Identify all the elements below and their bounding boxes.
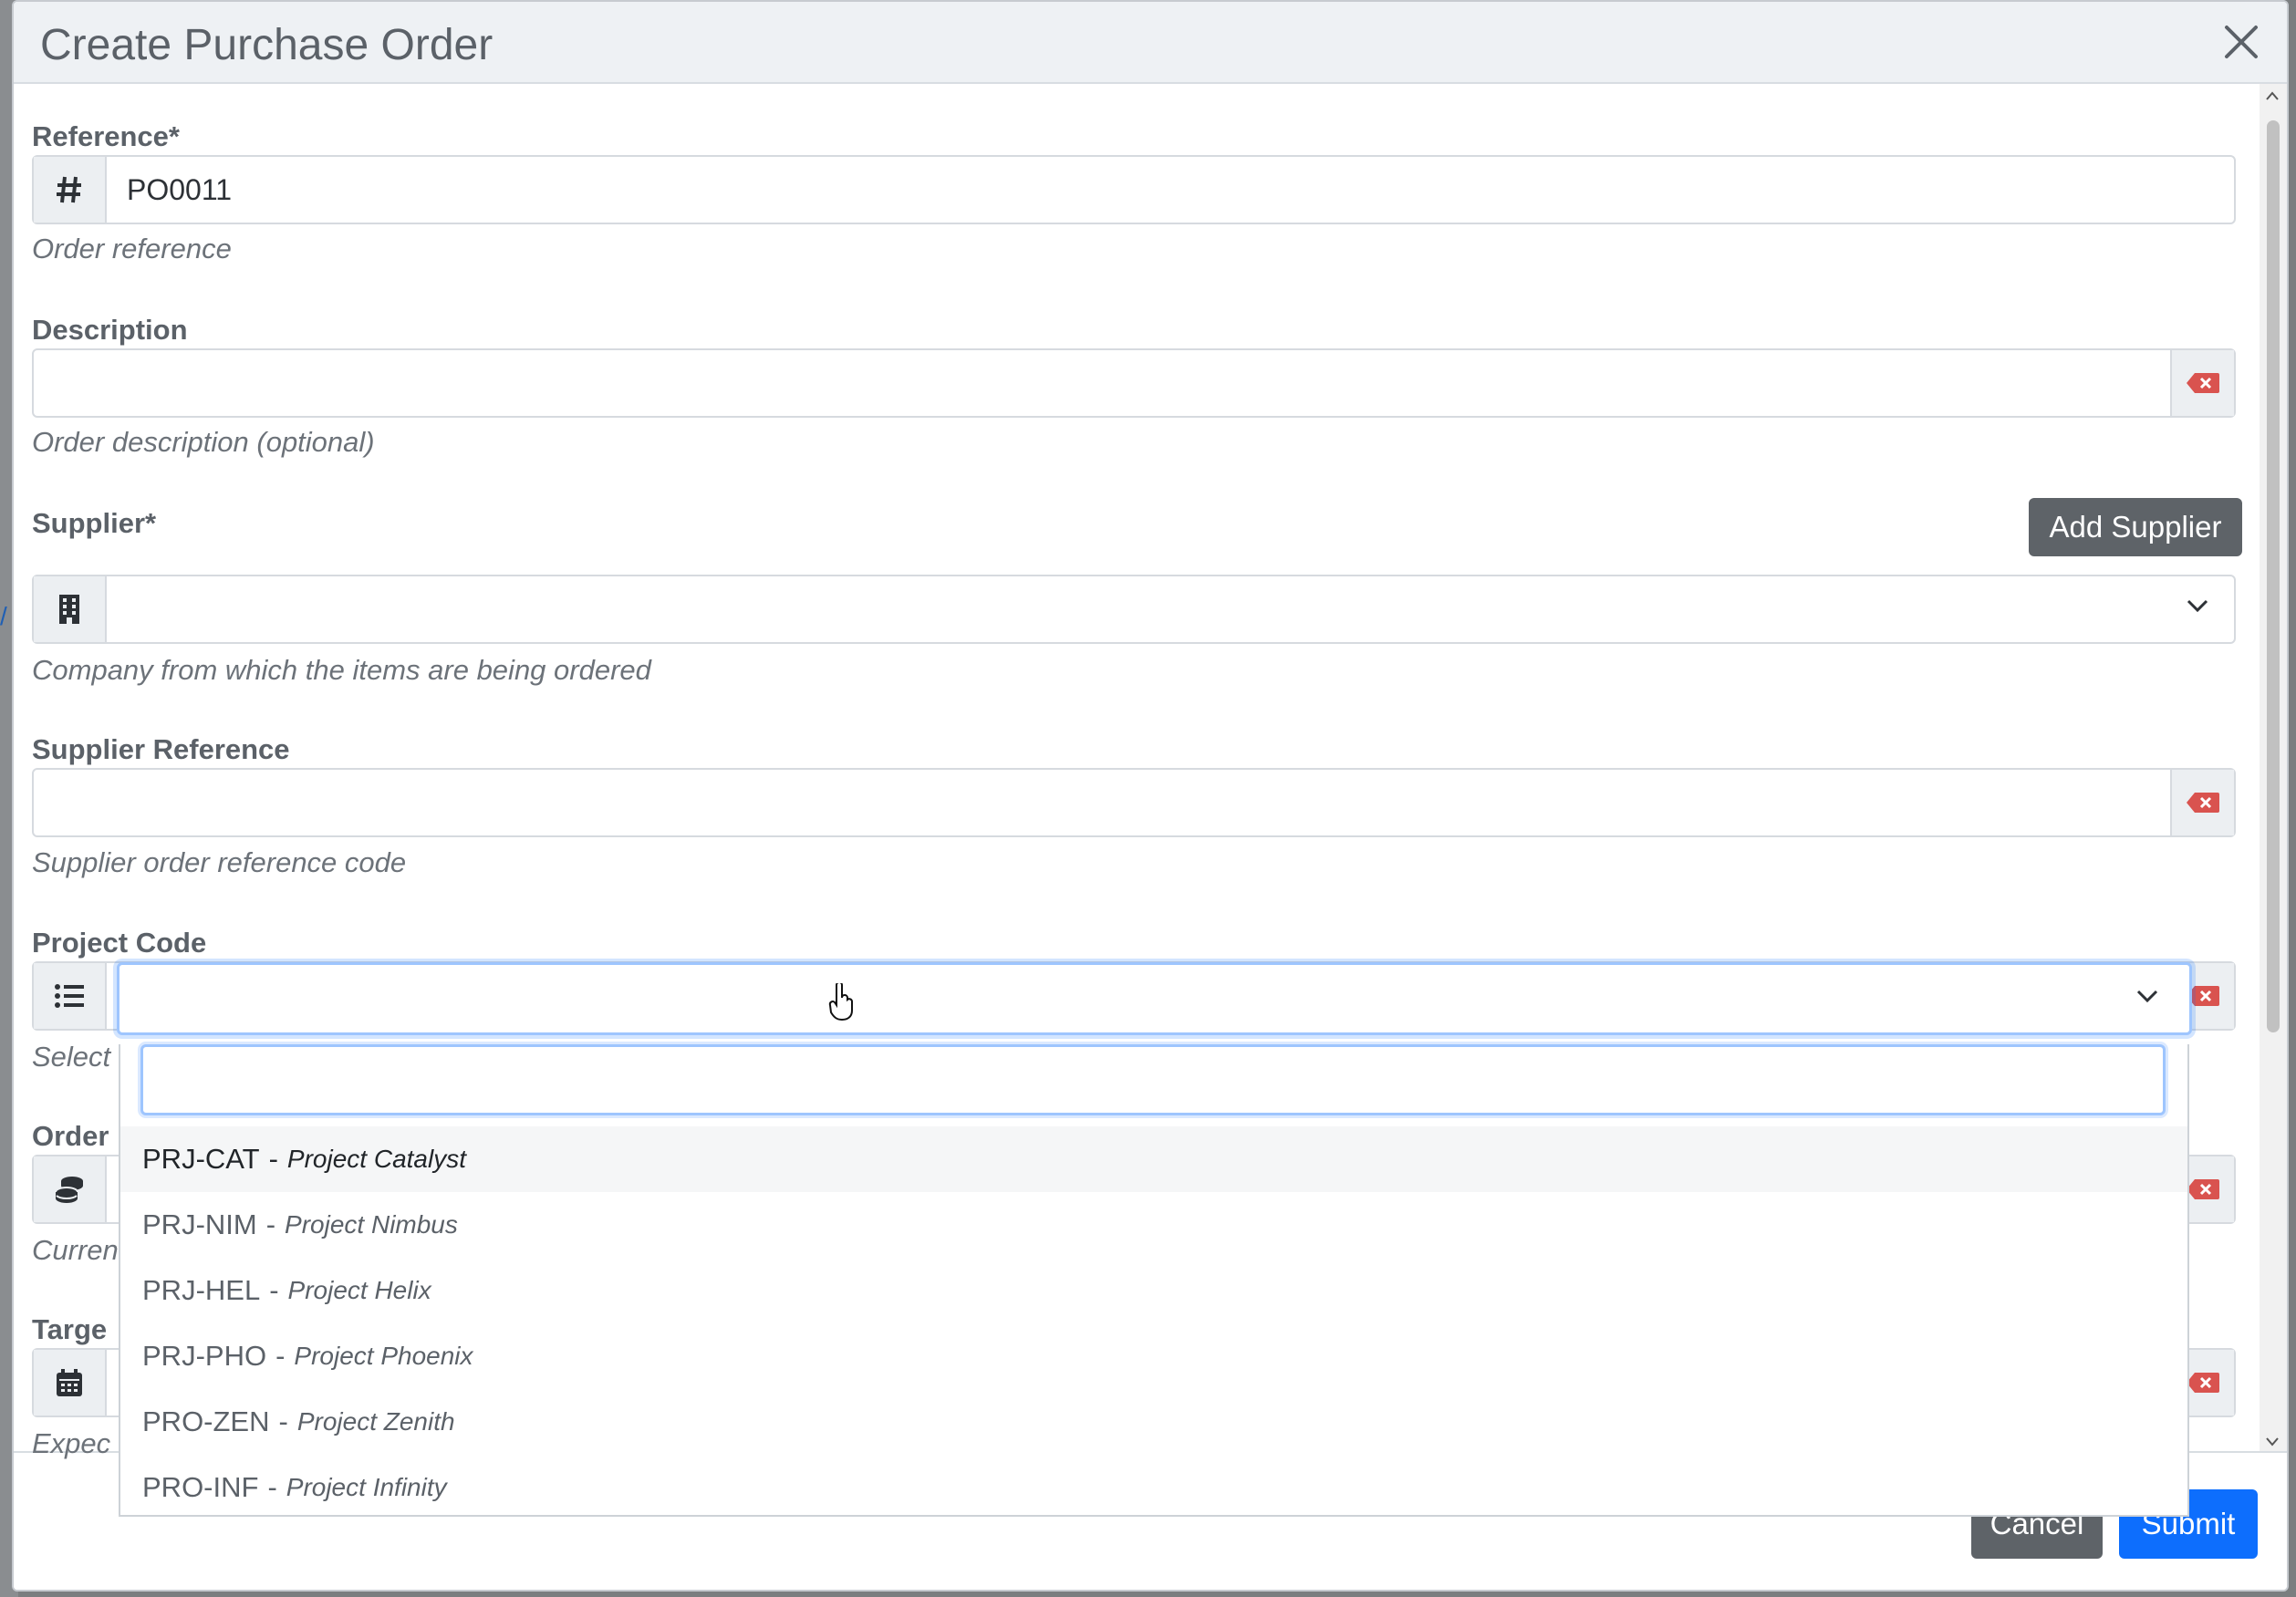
supplier-label: Supplier* xyxy=(32,507,157,539)
clear-icon xyxy=(2187,373,2219,393)
option-separator: - xyxy=(265,1208,276,1240)
background-link: / xyxy=(0,602,7,630)
reference-input[interactable]: PO0011 xyxy=(127,173,232,207)
description-label: Description xyxy=(32,314,188,346)
clear-supplier-reference-button[interactable] xyxy=(2170,770,2234,835)
reference-label: Reference* xyxy=(32,120,180,152)
supplier-reference-help: Supplier order reference code xyxy=(32,846,407,878)
description-input-group xyxy=(32,348,2236,418)
add-supplier-button[interactable]: Add Supplier xyxy=(2029,498,2242,556)
option-name: Project Infinity xyxy=(286,1473,447,1501)
building-icon xyxy=(34,576,107,642)
dialog-title: Create Purchase Order xyxy=(40,21,493,69)
scroll-up-icon[interactable] xyxy=(2265,89,2280,102)
option-name: Project Helix xyxy=(287,1276,431,1304)
clear-icon xyxy=(2187,1179,2219,1199)
dropdown-search-input[interactable] xyxy=(140,1044,2166,1115)
project-code-dropdown: PRJ-CAT - Project Catalyst PRJ-NIM - Project … xyxy=(119,1044,2189,1517)
option-code: PRO-ZEN xyxy=(142,1405,270,1437)
chevron-down-icon xyxy=(2187,599,2208,613)
dropdown-option[interactable]: PRJ-HEL - Project Helix xyxy=(120,1258,2187,1323)
scroll-down-icon[interactable] xyxy=(2265,1436,2280,1448)
description-help: Order description (optional) xyxy=(32,426,375,458)
option-separator: - xyxy=(275,1340,286,1372)
dropdown-option[interactable]: PRO-INF - Project Infinity xyxy=(120,1455,2187,1520)
dropdown-option[interactable]: PRJ-NIM - Project Nimbus xyxy=(120,1192,2187,1258)
target-date-help: Expec xyxy=(32,1427,111,1459)
dialog-scrollbar[interactable] xyxy=(2260,84,2287,1461)
project-code-help: Select xyxy=(32,1041,111,1073)
supplier-reference-input-group xyxy=(32,768,2236,837)
supplier-reference-label: Supplier Reference xyxy=(32,733,290,765)
close-icon[interactable] xyxy=(2221,22,2261,62)
dropdown-option[interactable]: PRJ-CAT - Project Catalyst xyxy=(120,1126,2187,1192)
chevron-down-icon xyxy=(2136,990,2158,1003)
clear-icon xyxy=(2187,1373,2219,1393)
project-code-select[interactable] xyxy=(117,962,2192,1035)
option-separator: - xyxy=(269,1274,279,1306)
supplier-select[interactable] xyxy=(32,575,2236,644)
option-code: PRJ-PHO xyxy=(142,1340,267,1372)
hand-cursor-icon xyxy=(828,983,853,1021)
clear-description-button[interactable] xyxy=(2170,350,2234,416)
option-name: Project Zenith xyxy=(296,1407,455,1436)
order-currency-label: Order xyxy=(32,1120,109,1152)
clear-icon xyxy=(2187,793,2219,813)
hash-icon xyxy=(34,157,107,223)
calendar-icon xyxy=(34,1350,107,1416)
dropdown-option[interactable]: PRO-ZEN - Project Zenith xyxy=(120,1389,2187,1455)
option-code: PRJ-NIM xyxy=(142,1208,257,1240)
option-separator: - xyxy=(278,1405,288,1437)
order-currency-help: Curren xyxy=(32,1234,119,1266)
list-icon xyxy=(34,963,107,1029)
reference-help: Order reference xyxy=(32,233,232,264)
reference-input-group: PO0011 xyxy=(32,155,2236,224)
option-name: Project Catalyst xyxy=(286,1145,466,1173)
option-name: Project Phoenix xyxy=(294,1342,473,1370)
option-code: PRO-INF xyxy=(142,1471,259,1503)
option-name: Project Nimbus xyxy=(285,1210,458,1239)
create-purchase-order-dialog: Create Purchase Order Reference* PO0011 … xyxy=(12,0,2289,1592)
dropdown-option[interactable]: PRJ-PHO - Project Phoenix xyxy=(120,1323,2187,1389)
option-separator: - xyxy=(267,1471,277,1503)
target-date-label: Targe xyxy=(32,1313,108,1345)
scrollbar-thumb[interactable] xyxy=(2267,120,2280,1032)
coins-icon xyxy=(34,1156,107,1222)
supplier-help: Company from which the items are being o… xyxy=(32,654,651,686)
dialog-header: Create Purchase Order xyxy=(14,2,2287,84)
option-separator: - xyxy=(268,1143,278,1175)
option-code: PRJ-CAT xyxy=(142,1143,260,1175)
option-code: PRJ-HEL xyxy=(142,1274,261,1306)
project-code-label: Project Code xyxy=(32,927,207,959)
